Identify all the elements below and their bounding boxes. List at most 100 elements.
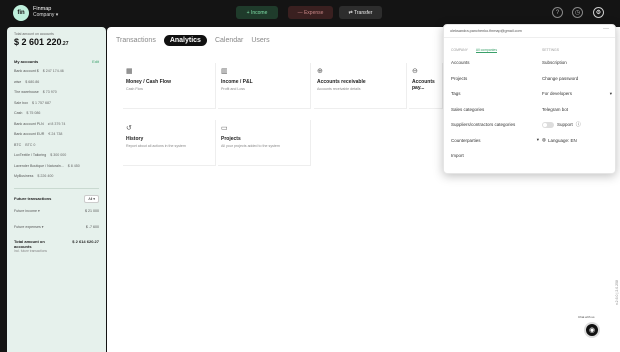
card-title: Projects [221, 136, 241, 142]
account-item[interactable]: MyBusiness $ 226 400 [14, 171, 99, 182]
arrow-out-icon: ⊖ [412, 68, 418, 75]
future-income-row[interactable]: Future income ▾ $ 21 000 [14, 203, 99, 219]
top-bar: fin Finmap Company ▾ + Income — Expense … [0, 0, 620, 26]
card-desc: All your projects added to the system [221, 144, 280, 148]
support-toggle-row[interactable]: Support ⓘ [542, 117, 612, 133]
divider [444, 37, 615, 38]
folder-icon: ▭ [221, 125, 228, 132]
user-settings-column: SETTINGS Subscription Change password Fo… [542, 45, 612, 148]
menu-item-supplier-categories[interactable]: Suppliers/contractors categories [451, 117, 539, 133]
account-item[interactable]: Bank account PLN zł 8 379.74 [14, 119, 99, 130]
card-title: History [126, 136, 144, 142]
report-card-pnl[interactable]: ▥ Income / P&L Profit and Loss [218, 63, 311, 109]
menu-item-tags[interactable]: Tags [451, 86, 539, 102]
total-amount-label: Total amount on accounts [14, 32, 54, 36]
gear-icon[interactable]: ⚙ [593, 7, 604, 18]
menu-item-change-password[interactable]: Change password [542, 71, 612, 87]
globe-icon: ◍ [542, 137, 546, 143]
future-title: Future transactions [14, 196, 52, 201]
settings-column-header: SETTINGS [542, 48, 559, 52]
card-title: Accounts pay... [412, 79, 435, 91]
menu-item-counterparties[interactable]: Counterparties ▾ [451, 133, 539, 149]
clock-icon[interactable]: ◷ [572, 7, 583, 18]
account-item[interactable]: Bank account EUR € 24 738 [14, 129, 99, 140]
account-item[interactable]: wise $ 680.86 [14, 77, 99, 88]
more-options-icon[interactable]: ··· [603, 26, 609, 32]
future-total-label: Total amount on accounts [14, 238, 45, 249]
tab-calendar[interactable]: Calendar [215, 35, 243, 46]
all-companies-link[interactable]: All companies [475, 48, 498, 53]
report-card-cashflow[interactable]: ▦ Money / Cash Flow Cash Flow [123, 63, 216, 109]
chevron-down-icon: ▾ [536, 137, 539, 143]
menu-item-import[interactable]: Import [451, 148, 539, 164]
card-title: Money / Cash Flow [126, 79, 172, 85]
accounts-list: Bank account $ $ 247 174.46 wise $ 680.86 … [14, 66, 99, 182]
menu-item-accounts[interactable]: Accounts [451, 55, 539, 71]
add-expense-button[interactable]: — Expense [288, 6, 333, 19]
bar-chart-icon: ▥ [221, 68, 228, 75]
account-item[interactable]: Bank account $ $ 247 174.46 [14, 66, 99, 77]
future-total-note: Incl. future transactions [14, 248, 47, 253]
report-card-receivable[interactable]: ⊕ Accounts receivable Accounts receivabl… [314, 63, 407, 109]
chat-icon: ◉ [588, 327, 596, 334]
account-item[interactable]: BTC BTC 0 [14, 140, 99, 151]
card-desc: Report about all actions in the system [126, 144, 186, 148]
finmap-logo[interactable]: fin [13, 5, 29, 21]
divider [14, 187, 99, 189]
account-item[interactable]: LuxTextile / Tailoring $ 300 000 [14, 150, 99, 161]
report-card-history[interactable]: ↺ History Report about all actions in th… [123, 120, 216, 166]
card-desc: Accounts receivable details [317, 87, 361, 91]
future-expenses-row[interactable]: Future expenses ▾ $ -7 600 [14, 219, 99, 235]
chat-label: Chat with us [578, 315, 595, 319]
future-total-row: Total amount on accounts $ 2 614 620.27 [14, 239, 99, 249]
chevron-down-icon: ▾ [93, 196, 95, 201]
add-income-button[interactable]: + Income [236, 6, 278, 19]
history-icon: ↺ [126, 125, 132, 132]
support-toggle[interactable] [542, 121, 554, 128]
report-card-projects[interactable]: ▭ Projects All your projects added to th… [218, 120, 311, 166]
language-selector[interactable]: ◍ Language: EN [542, 133, 612, 149]
main-tabs: Transactions Analytics Calendar Users [116, 35, 278, 46]
help-icon[interactable]: ? [552, 7, 563, 18]
future-filter-select[interactable]: All ▾ [84, 194, 99, 203]
chat-button[interactable]: ◉ [584, 322, 600, 338]
account-item[interactable]: Lavender Boutique / Naturaln... $ 8 450 [14, 161, 99, 172]
future-expenses-value: $ -7 600 [85, 224, 99, 229]
arrow-in-icon: ⊕ [317, 68, 323, 75]
settings-dropdown: oleksandra.panchenko.finmap@gmail.com ··… [443, 24, 616, 174]
menu-item-subscription[interactable]: Subscription [542, 55, 612, 71]
add-transfer-button[interactable]: ⇄ Transfer [339, 6, 382, 19]
tab-analytics[interactable]: Analytics [163, 35, 207, 46]
menu-item-sales-categories[interactable]: Sales categories [451, 102, 539, 118]
menu-item-for-developers[interactable]: For developers ▾ [542, 86, 612, 102]
menu-item-projects[interactable]: Projects [451, 71, 539, 87]
tab-users[interactable]: Users [251, 35, 269, 46]
card-title: Income / P&L [221, 79, 253, 85]
version-label: v.2.6.0 | 2.0.258 [615, 280, 619, 305]
account-item[interactable]: The warehouse $ 73 970 [14, 87, 99, 98]
card-desc: Cash Flow [126, 87, 143, 91]
chevron-down-icon: ▾ [37, 208, 40, 213]
future-transactions-header: Future transactions All ▾ [14, 194, 99, 203]
calendar-icon: ▦ [126, 68, 133, 75]
menu-item-telegram-bot[interactable]: Telegram bot [542, 102, 612, 118]
future-total-value: $ 2 614 620.27 [72, 238, 99, 244]
future-income-value: $ 21 000 [85, 208, 99, 213]
chevron-down-icon: ▾ [41, 224, 44, 229]
company-switcher[interactable]: Finmap Company ▾ [33, 6, 58, 18]
account-item[interactable]: Sale box $ 1 757 687 [14, 98, 99, 109]
company-settings-column: COMPANY All companies Accounts Projects … [451, 45, 539, 164]
help-icon: ⓘ [575, 122, 581, 129]
card-title: Accounts receivable [317, 79, 366, 85]
edit-accounts-link[interactable]: Edit [92, 59, 99, 64]
sidebar: Total amount on accounts $ 2 601 220.27 … [7, 27, 106, 352]
card-desc: Profit and Loss [221, 87, 245, 91]
tab-transactions[interactable]: Transactions [116, 35, 156, 46]
account-item[interactable]: Cash $ 75 086 [14, 108, 99, 119]
company-column-header: COMPANY All companies [451, 47, 498, 53]
accounts-header: My accounts Edit [14, 59, 99, 64]
user-email: oleksandra.panchenko.finmap@gmail.com [450, 29, 522, 33]
report-card-payable[interactable]: ⊖ Accounts pay... [409, 63, 443, 109]
chevron-down-icon: ▾ [55, 12, 59, 18]
total-amount-value: $ 2 601 220.27 [14, 37, 69, 47]
